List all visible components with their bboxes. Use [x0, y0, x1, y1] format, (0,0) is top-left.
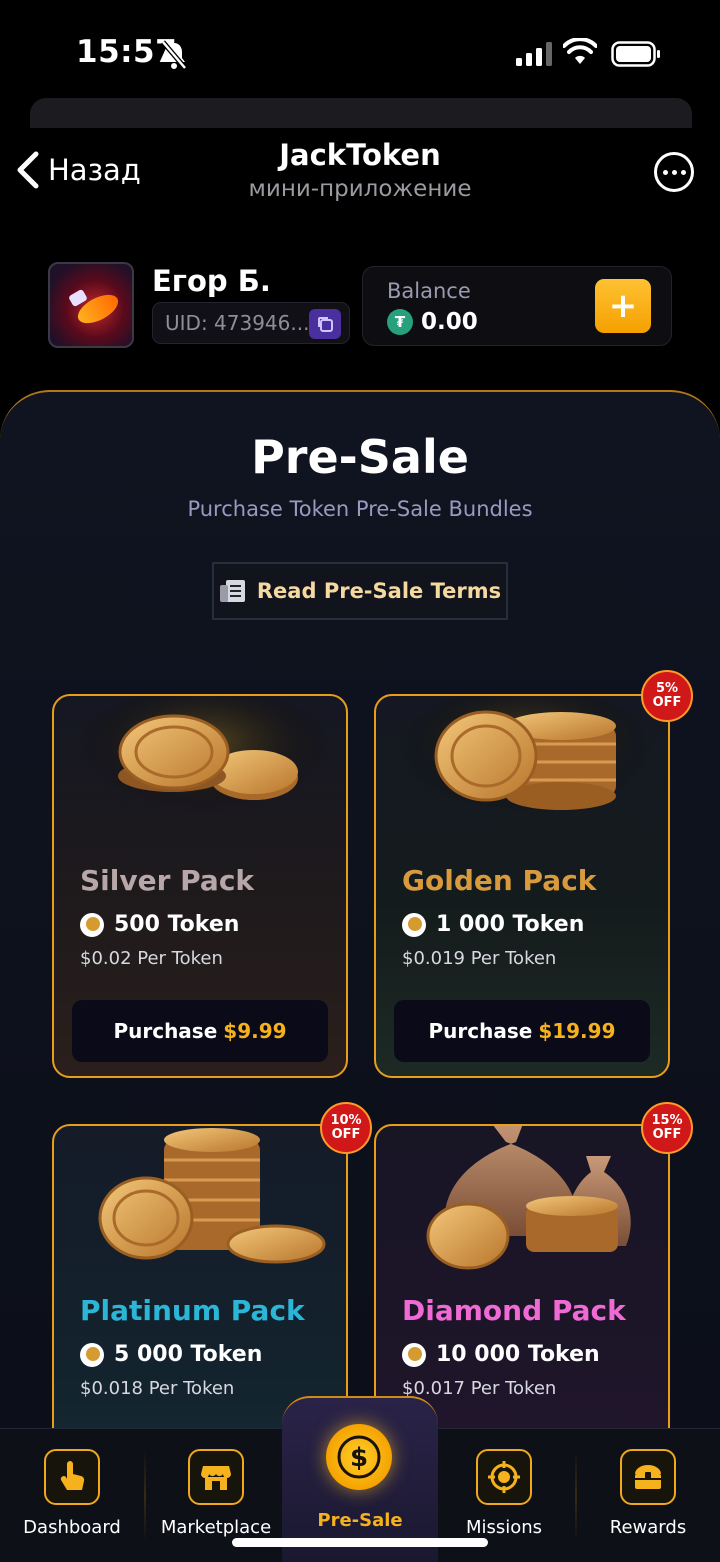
- discount-badge: 15% OFF: [641, 1102, 693, 1154]
- purchase-label: Purchase: [428, 1019, 533, 1043]
- discount-badge: 5% OFF: [641, 670, 693, 722]
- app-title: JackToken: [279, 138, 441, 172]
- token-amount-row: 1 000 Token: [402, 912, 584, 937]
- token-amount-row: 10 000 Token: [402, 1342, 600, 1367]
- copy-uid-button[interactable]: [309, 309, 341, 339]
- balance-label: Balance: [387, 279, 471, 303]
- nav-label: Missions: [465, 1517, 543, 1538]
- signal-icon: [516, 42, 552, 66]
- purchase-button[interactable]: Purchase $9.99: [72, 1000, 328, 1062]
- pack-name: Platinum Pack: [80, 1294, 305, 1327]
- more-options-button[interactable]: [654, 152, 694, 192]
- nav-item-rewards[interactable]: Rewards: [576, 1449, 720, 1538]
- coins-illustration: [74, 696, 334, 826]
- per-token-price: $0.019 Per Token: [402, 948, 557, 969]
- nav-label: Marketplace: [160, 1517, 272, 1538]
- pack-card-golden[interactable]: Golden Pack 1 000 Token $0.019 Per Token…: [374, 694, 670, 1078]
- discount-value: 5%: [655, 681, 679, 696]
- dot-icon: [680, 169, 686, 175]
- nav-label: Dashboard: [23, 1517, 121, 1538]
- dollar-coin-icon[interactable]: $: [326, 1424, 392, 1490]
- money-bags-illustration: [426, 1126, 631, 1270]
- home-indicator[interactable]: [232, 1538, 488, 1547]
- purchase-button[interactable]: Purchase $19.99: [394, 1000, 650, 1062]
- token-amount: 500 Token: [114, 912, 240, 937]
- document-icon: [219, 580, 245, 602]
- balance-value: 0.00: [421, 309, 478, 335]
- purchase-price: $19.99: [538, 1019, 616, 1043]
- discount-badge: 10% OFF: [320, 1102, 372, 1154]
- token-amount: 1 000 Token: [436, 912, 585, 937]
- balance-card: Balance ₮ 0.00 +: [362, 266, 672, 346]
- discount-value: 10%: [330, 1113, 362, 1128]
- uid-text: UID: 473946...: [165, 311, 310, 335]
- app-header: Назад JackToken мини-приложение: [0, 128, 720, 228]
- battery-icon: [611, 41, 660, 67]
- nav-item-dashboard[interactable]: Dashboard: [0, 1449, 144, 1538]
- uid-field: UID: 473946...: [152, 302, 350, 344]
- nav-label: Rewards: [609, 1517, 687, 1538]
- page-subtitle: Purchase Token Pre-Sale Bundles: [187, 497, 533, 521]
- token-amount-row: 5 000 Token: [80, 1342, 262, 1367]
- treasure-chest-icon: [620, 1449, 676, 1505]
- nav-item-marketplace[interactable]: Marketplace: [144, 1449, 288, 1538]
- balance-value-row: ₮ 0.00: [387, 309, 478, 335]
- nav-item-missions[interactable]: Missions: [432, 1449, 576, 1538]
- wifi-icon: [563, 38, 597, 64]
- purchase-price: $9.99: [223, 1019, 287, 1043]
- status-bar: 15:57: [0, 0, 720, 100]
- dot-icon: [671, 169, 677, 175]
- sheet-top-edge: [30, 98, 692, 128]
- pack-name: Diamond Pack: [402, 1294, 626, 1327]
- token-icon: [80, 912, 104, 937]
- pack-name: Golden Pack: [402, 864, 597, 897]
- token-icon: [80, 1342, 104, 1367]
- discount-suffix: OFF: [652, 1127, 682, 1142]
- token-icon: [402, 1342, 426, 1367]
- bell-off-icon: [161, 40, 187, 70]
- per-token-price: $0.02 Per Token: [80, 948, 223, 969]
- pack-name: Silver Pack: [80, 864, 255, 897]
- discount-suffix: OFF: [652, 695, 682, 710]
- coins-illustration: [98, 1128, 326, 1264]
- token-amount: 5 000 Token: [114, 1342, 263, 1367]
- dot-icon: [662, 169, 668, 175]
- hand-pointer-icon: [44, 1449, 100, 1505]
- pack-card-silver[interactable]: Silver Pack 500 Token $0.02 Per Token Pu…: [52, 694, 348, 1078]
- discount-suffix: OFF: [331, 1127, 361, 1142]
- per-token-price: $0.017 Per Token: [402, 1378, 557, 1399]
- copy-icon: [318, 317, 333, 332]
- discount-value: 15%: [651, 1113, 683, 1128]
- target-icon: [476, 1449, 532, 1505]
- add-funds-button[interactable]: +: [595, 279, 651, 333]
- read-terms-button[interactable]: Read Pre-Sale Terms: [212, 562, 508, 620]
- per-token-price: $0.018 Per Token: [80, 1378, 235, 1399]
- nav-label-active[interactable]: Pre-Sale: [282, 1510, 438, 1531]
- coins-illustration: [396, 696, 656, 826]
- token-amount: 10 000 Token: [436, 1342, 600, 1367]
- user-name: Егор Б.: [152, 264, 271, 298]
- svg-text:$: $: [350, 1443, 368, 1473]
- token-amount-row: 500 Token: [80, 912, 239, 937]
- app-subtitle: мини-приложение: [248, 176, 472, 202]
- tether-icon: ₮: [387, 309, 413, 335]
- token-icon: [402, 912, 426, 937]
- page-title: Pre-Sale: [251, 430, 469, 484]
- purchase-label: Purchase: [113, 1019, 218, 1043]
- avatar[interactable]: [48, 262, 134, 348]
- read-terms-label: Read Pre-Sale Terms: [256, 579, 502, 603]
- store-icon: [188, 1449, 244, 1505]
